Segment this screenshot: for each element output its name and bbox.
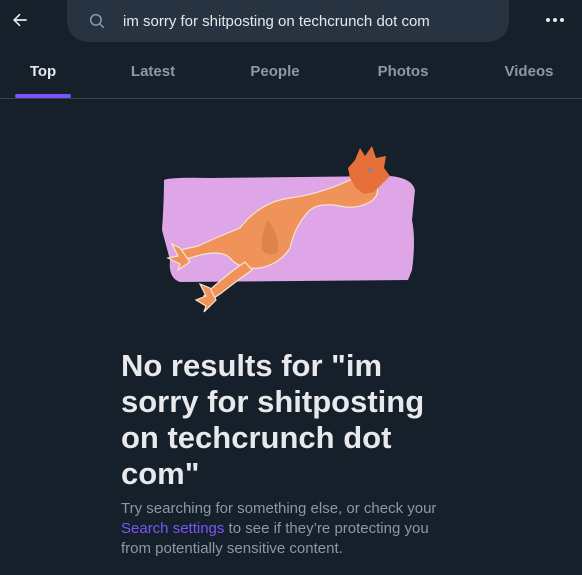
more-button[interactable] xyxy=(543,10,567,30)
tab-label: People xyxy=(250,63,300,80)
header xyxy=(0,0,582,44)
tab-photos[interactable]: Photos xyxy=(330,50,476,98)
search-tabs: Top Latest People Photos Videos xyxy=(0,50,582,99)
tab-videos[interactable]: Videos xyxy=(476,50,582,98)
search-settings-link[interactable]: Search settings xyxy=(121,520,224,537)
active-tab-indicator xyxy=(15,94,71,98)
tab-label: Latest xyxy=(130,63,176,80)
tab-label: Photos xyxy=(377,63,429,80)
rubber-chicken-illustration xyxy=(162,146,415,313)
tab-label: Top xyxy=(29,63,57,80)
search-input[interactable] xyxy=(123,12,483,30)
tab-people[interactable]: People xyxy=(220,50,330,98)
more-horizontal-icon xyxy=(546,18,564,22)
search-box[interactable] xyxy=(67,0,509,42)
search-icon xyxy=(87,11,107,31)
message-text: Try searching for something else, or che… xyxy=(121,500,437,517)
tab-latest[interactable]: Latest xyxy=(86,50,220,98)
tab-top[interactable]: Top xyxy=(0,50,86,98)
empty-state-title: No results for "im sorry for shitposting… xyxy=(121,348,425,491)
chicken-eye xyxy=(368,168,372,172)
back-button[interactable] xyxy=(8,8,32,32)
tab-label: Videos xyxy=(504,63,554,80)
empty-state-message: Try searching for something else, or che… xyxy=(121,499,451,559)
arrow-left-icon xyxy=(13,13,27,27)
